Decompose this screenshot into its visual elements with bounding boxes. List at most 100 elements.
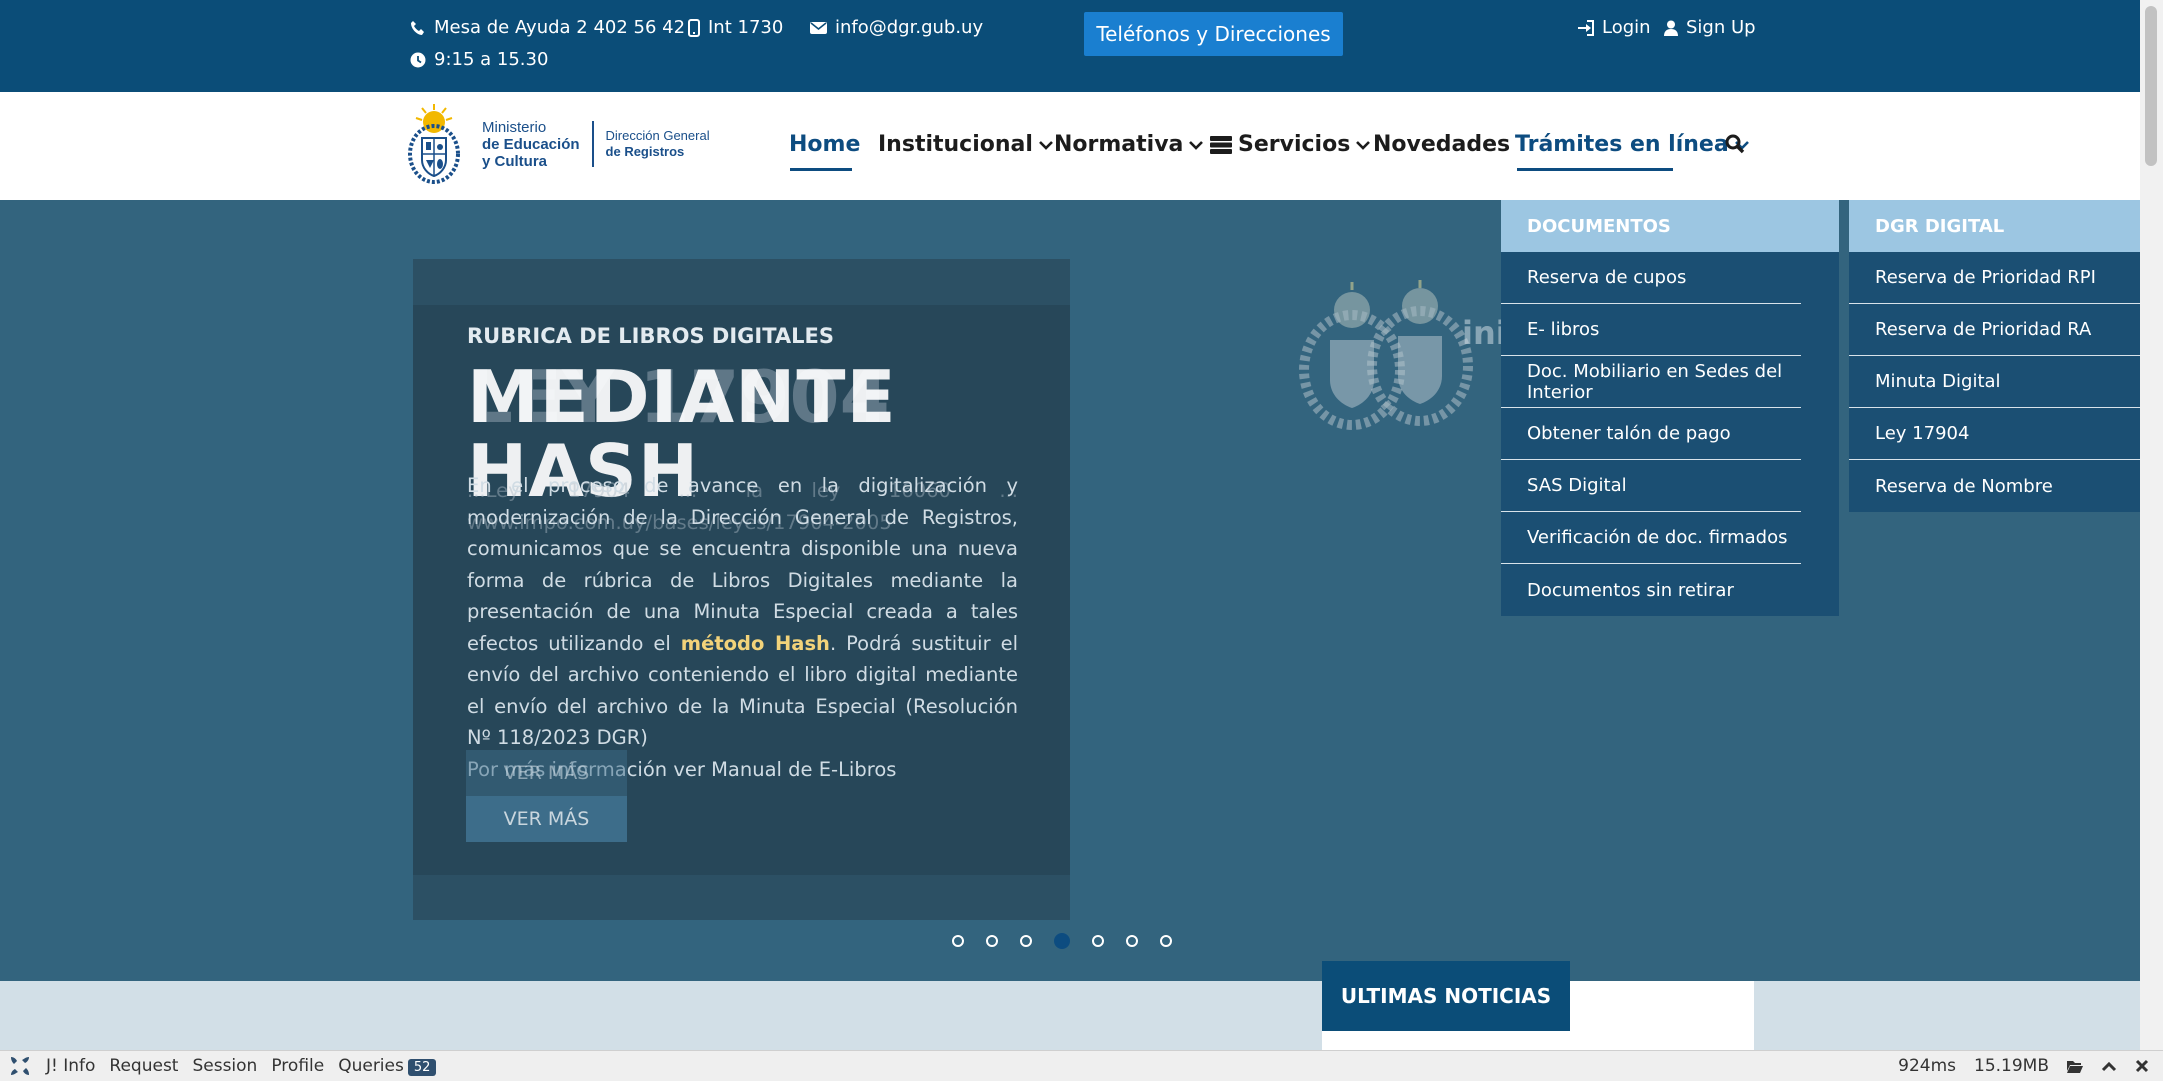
office-hours: 9:15 a 15.30: [410, 49, 548, 70]
helpdesk-phone: Mesa de Ayuda 2 402 56 42: [410, 17, 685, 38]
search-icon: [1725, 134, 1745, 154]
nav-institucional-label[interactable]: Institucional: [878, 132, 1033, 157]
nav-home-label[interactable]: Home: [789, 132, 860, 157]
scrollbar-thumb[interactable]: [2145, 6, 2157, 166]
menu-item-e-libros[interactable]: E- libros: [1501, 304, 1801, 356]
menu-item-talon-pago[interactable]: Obtener talón de pago: [1501, 408, 1801, 460]
debug-info-tab[interactable]: J! Info: [46, 1056, 95, 1076]
menu-item-minuta-digital[interactable]: Minuta Digital: [1849, 356, 2140, 408]
latest-news-tab[interactable]: ULTIMAS NOTICIAS: [1322, 961, 1570, 1031]
menu-item-prioridad-ra[interactable]: Reserva de Prioridad RA: [1849, 304, 2140, 356]
clock-icon: [410, 52, 426, 67]
user-icon: [1664, 20, 1678, 36]
ministry-line-1: Ministerio: [482, 118, 547, 136]
debug-profile-tab[interactable]: Profile: [271, 1056, 324, 1076]
menu-item-prioridad-rpi[interactable]: Reserva de Prioridad RPI: [1849, 252, 2140, 304]
carousel-dot-6[interactable]: [1126, 935, 1138, 947]
debug-session-tab[interactable]: Session: [192, 1056, 257, 1076]
phones-directions-button[interactable]: Teléfonos y Direcciones: [1084, 12, 1343, 56]
email-contact[interactable]: info@dgr.gub.uy: [810, 17, 983, 38]
folder-open-icon[interactable]: [2067, 1059, 2083, 1073]
see-more-button[interactable]: VER MÁS: [466, 796, 627, 842]
menu-item-reserva-cupos[interactable]: Reserva de cupos: [1501, 252, 1801, 304]
nav-novedades[interactable]: Novedades: [1373, 132, 1510, 157]
carousel-indicators: [952, 933, 1172, 949]
slide-body-intro: En el proceso de avance en la digitaliza…: [467, 474, 1018, 655]
nav-normativa-label[interactable]: Normativa: [1054, 132, 1183, 157]
menu-item-ley-17904[interactable]: Ley 17904: [1849, 408, 2140, 460]
carousel-dot-1[interactable]: [952, 935, 964, 947]
logo-divider: [591, 121, 594, 167]
nav-institucional[interactable]: Institucional: [878, 132, 1053, 157]
site-logo[interactable]: Ministerio de Educación y Cultura Direcc…: [398, 102, 710, 186]
debug-request-tab[interactable]: Request: [109, 1056, 178, 1076]
nav-home[interactable]: Home: [789, 132, 860, 157]
carousel-dot-2[interactable]: [986, 935, 998, 947]
dgr-line-1: Dirección General: [605, 128, 710, 143]
ministry-line-3: y Cultura: [482, 152, 548, 170]
nav-home-underline: [790, 168, 852, 171]
dropdown-dgr-digital: DGR DIGITAL Reserva de Prioridad RPI Res…: [1849, 200, 2140, 512]
nav-normativa[interactable]: Normativa: [1054, 132, 1204, 157]
coat-of-arms-watermark-icon: [1299, 280, 1473, 430]
menu-item-reserva-nombre[interactable]: Reserva de Nombre: [1849, 460, 2140, 512]
menu-item-doc-mobiliario[interactable]: Doc. Mobiliario en Sedes del Interior: [1501, 356, 1801, 408]
carousel-dot-7[interactable]: [1160, 935, 1172, 947]
internal-phone: Int 1730: [688, 17, 783, 38]
ministry-line-2: de Educación: [482, 135, 580, 153]
nav-tramites-underline: [1517, 168, 1673, 171]
slide-body-highlight: método Hash: [680, 631, 830, 655]
signup-text[interactable]: Sign Up: [1686, 17, 1756, 38]
chevron-up-icon[interactable]: [2101, 1060, 2117, 1072]
carousel-dot-4[interactable]: [1054, 933, 1070, 949]
signup-link[interactable]: Sign Up: [1664, 17, 1756, 38]
email-text[interactable]: info@dgr.gub.uy: [835, 17, 983, 38]
dropdown-documentos: DOCUMENTOS Reserva de cupos E- libros Do…: [1501, 200, 1839, 616]
menu-item-sas-digital[interactable]: SAS Digital: [1501, 460, 1801, 512]
documentos-heading: DOCUMENTOS: [1501, 200, 1839, 252]
dgr-line-2: de Registros: [605, 144, 685, 159]
close-icon[interactable]: [2135, 1059, 2149, 1073]
dgr-name: Dirección General de Registros: [606, 128, 710, 160]
lower-section: [0, 981, 2140, 1050]
search-button[interactable]: [1725, 134, 1745, 154]
server-icon: [1210, 135, 1232, 154]
ministry-name: Ministerio de Educación y Cultura: [482, 119, 580, 170]
internal-text: Int 1730: [708, 17, 784, 38]
envelope-icon: [810, 21, 827, 34]
slide-body: En el proceso de avance en la digitaliza…: [467, 470, 1018, 785]
debug-time: 924ms: [1898, 1056, 1956, 1076]
debug-queries-label[interactable]: Queries: [338, 1056, 404, 1076]
page-scrollbar[interactable]: [2140, 0, 2163, 1050]
debug-queries-tab[interactable]: Queries 52: [338, 1056, 437, 1076]
sign-in-icon: [1578, 19, 1594, 36]
joomla-debug-bar: J! Info Request Session Profile Queries 5…: [0, 1050, 2163, 1081]
joomla-icon[interactable]: [8, 1054, 32, 1078]
uruguay-coat-of-arms-icon: [408, 104, 460, 184]
ghost-more-button: VER MÁS: [466, 750, 627, 796]
nav-servicios-label[interactable]: Servicios: [1238, 132, 1350, 157]
carousel-dot-5[interactable]: [1092, 935, 1104, 947]
dgr-digital-heading: DGR DIGITAL: [1849, 200, 2140, 252]
chevron-down-icon: [1039, 140, 1053, 150]
mobile-icon: [688, 18, 700, 37]
login-link[interactable]: Login: [1577, 17, 1651, 38]
menu-item-docs-sin-retirar[interactable]: Documentos sin retirar: [1501, 564, 1801, 616]
menu-item-verificacion[interactable]: Verificación de doc. firmados: [1501, 512, 1801, 564]
hours-text: 9:15 a 15.30: [434, 49, 549, 70]
site-header: Ministerio de Educación y Cultura Direcc…: [0, 92, 2140, 201]
nav-tramites[interactable]: Trámites en línea: [1515, 132, 1749, 157]
carousel-dot-3[interactable]: [1020, 935, 1032, 947]
helpdesk-text: Mesa de Ayuda 2 402 56 42: [434, 17, 686, 38]
nav-servicios[interactable]: Servicios: [1210, 132, 1371, 157]
slide-kicker: RUBRICA DE LIBROS DIGITALES: [467, 324, 835, 348]
phone-icon: [411, 20, 424, 35]
chevron-down-icon: [1356, 140, 1371, 150]
nav-novedades-label[interactable]: Novedades: [1373, 132, 1510, 157]
top-bar: Mesa de Ayuda 2 402 56 42 Int 1730 info@…: [0, 0, 2140, 92]
login-text[interactable]: Login: [1602, 17, 1651, 38]
debug-memory: 15.19MB: [1974, 1056, 2049, 1076]
queries-count-badge: 52: [407, 1059, 437, 1076]
nav-tramites-label[interactable]: Trámites en línea: [1515, 132, 1729, 157]
chevron-down-icon: [1189, 140, 1204, 150]
